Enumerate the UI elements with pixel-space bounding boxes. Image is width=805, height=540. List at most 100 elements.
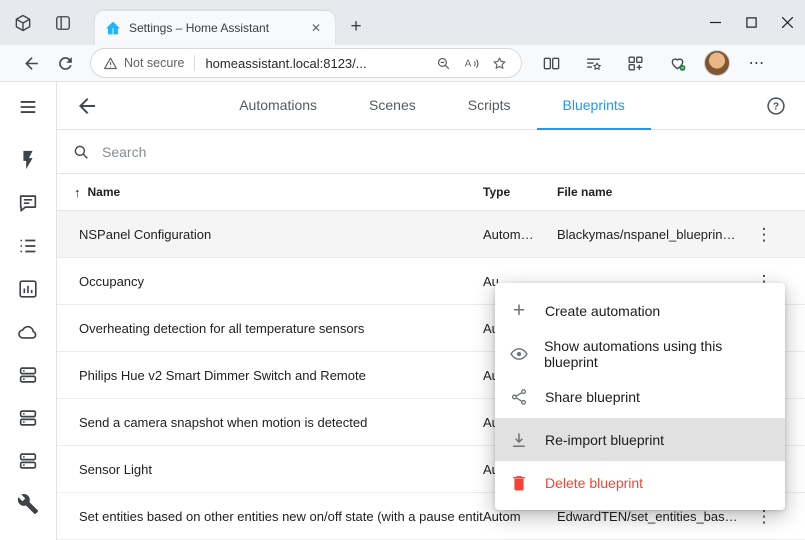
menu-item-create-automation[interactable]: + Create automation [495, 289, 785, 332]
back-icon[interactable] [14, 48, 48, 78]
chart-icon [17, 278, 39, 300]
close-button[interactable] [769, 0, 805, 45]
help-icon[interactable]: ? [765, 95, 787, 117]
menu-item-label: Re-import blueprint [545, 432, 664, 448]
profile-avatar[interactable] [704, 50, 730, 76]
row-type: Autom [483, 509, 557, 524]
tab-scenes[interactable]: Scenes [343, 82, 442, 130]
browser-menu-icon[interactable]: ⋯ [742, 48, 772, 78]
ha-sidebar [0, 82, 57, 540]
browser-window: Settings – Home Assistant ✕ + Not secure [0, 0, 805, 540]
menu-item-label: Show automations using this blueprint [544, 338, 771, 370]
row-overflow-menu-button[interactable]: ⋮ [743, 508, 785, 525]
maximize-button[interactable] [733, 0, 769, 45]
minimize-button[interactable] [697, 0, 733, 45]
security-label[interactable]: Not secure [124, 56, 184, 70]
ha-header: Automations Scenes Scripts Blueprints ? [57, 82, 805, 130]
menu-item-label: Create automation [545, 303, 660, 319]
search-input[interactable] [102, 144, 422, 160]
search-bar [57, 130, 805, 174]
list-icon [17, 235, 39, 257]
row-type: Autom… [483, 227, 557, 242]
server-icon [17, 450, 39, 472]
toolbar-icons: ⋯ [536, 48, 772, 78]
browser-tab[interactable]: Settings – Home Assistant ✕ [95, 11, 335, 45]
menu-item-share-blueprint[interactable]: Share blueprint [495, 375, 785, 418]
menu-item-show-automations[interactable]: Show automations using this blueprint [495, 332, 785, 375]
column-header-type[interactable]: Type [483, 185, 557, 199]
ha-back-icon[interactable] [75, 94, 99, 118]
split-screen-icon[interactable] [536, 48, 566, 78]
tab-blueprints[interactable]: Blueprints [537, 82, 651, 130]
sidebar-item-history[interactable] [7, 267, 50, 310]
menu-item-delete-blueprint[interactable]: Delete blueprint [495, 461, 785, 504]
browser-toolbar: Not secure homeassistant.local:8123/... … [0, 45, 805, 82]
sidebar-menu-icon[interactable] [15, 94, 41, 120]
sidebar-item-server-1[interactable] [7, 353, 50, 396]
row-name: Philips Hue v2 Smart Dimmer Switch and R… [79, 368, 483, 383]
svg-text:?: ? [773, 101, 779, 112]
home-assistant-favicon-icon [105, 20, 121, 36]
sidebar-item-developer-tools[interactable] [7, 482, 50, 525]
sidebar-item-logbook[interactable] [7, 181, 50, 224]
sidebar-item-server-3[interactable] [7, 439, 50, 482]
url-text[interactable]: homeassistant.local:8123/... [205, 56, 429, 71]
favorite-star-icon[interactable] [485, 49, 513, 77]
refresh-icon[interactable] [48, 48, 82, 78]
sort-ascending-icon: ↑ [74, 185, 81, 200]
browser-tab-title: Settings – Home Assistant [129, 21, 307, 35]
row-overflow-menu-button[interactable]: ⋮ [743, 226, 785, 243]
menu-item-label: Share blueprint [545, 389, 640, 405]
menu-item-label: Delete blueprint [545, 475, 643, 491]
blueprint-context-menu: + Create automation Show automations usi… [495, 283, 785, 510]
sidebar-item-energy[interactable] [7, 138, 50, 181]
table-header: ↑ Name Type File name [57, 174, 805, 211]
row-name: NSPanel Configuration [79, 227, 483, 242]
eye-icon [507, 342, 530, 366]
address-bar[interactable]: Not secure homeassistant.local:8123/... … [90, 48, 522, 78]
row-name: Occupancy [79, 274, 483, 289]
row-name: Sensor Light [79, 462, 483, 477]
row-file: EdwardTEN/set_entities_bas… [557, 509, 743, 524]
sidebar-item-cloud[interactable] [7, 310, 50, 353]
cloud-icon [17, 321, 39, 343]
column-header-name[interactable]: ↑ Name [74, 185, 483, 200]
new-tab-button[interactable]: + [343, 14, 369, 40]
read-aloud-icon[interactable]: A [457, 49, 485, 77]
bolt-icon [17, 149, 39, 171]
kebab-icon: ⋮ [756, 226, 773, 243]
menu-item-reimport-blueprint[interactable]: Re-import blueprint [495, 418, 785, 461]
sidebar-item-server-2[interactable] [7, 396, 50, 439]
download-icon [507, 428, 531, 452]
browser-essentials-icon[interactable] [662, 48, 692, 78]
tab-automations[interactable]: Automations [213, 82, 343, 130]
row-file: Blackymas/nspanel_blueprin… [557, 227, 743, 242]
browser-titlebar: Settings – Home Assistant ✕ + [0, 0, 805, 45]
server-icon [17, 407, 39, 429]
extensions-icon[interactable] [620, 48, 650, 78]
wrench-icon [17, 493, 39, 515]
vertical-tabs-icon[interactable] [46, 6, 80, 40]
workspaces-icon[interactable] [6, 6, 40, 40]
favorites-hub-icon[interactable] [578, 48, 608, 78]
sidebar-item-todo[interactable] [7, 224, 50, 267]
address-divider [194, 55, 195, 71]
column-header-file[interactable]: File name [557, 185, 743, 199]
ha-nav-tabs: Automations Scenes Scripts Blueprints [99, 82, 765, 130]
chat-icon [17, 192, 39, 214]
tab-scripts[interactable]: Scripts [442, 82, 537, 130]
table-row[interactable]: NSPanel Configuration Autom… Blackymas/n… [57, 211, 805, 258]
server-icon [17, 364, 39, 386]
zoom-out-icon[interactable] [429, 49, 457, 77]
kebab-icon: ⋮ [756, 508, 773, 525]
search-icon [72, 143, 90, 161]
row-name: Send a camera snapshot when motion is de… [79, 415, 483, 430]
row-name: Set entities based on other entities new… [79, 509, 483, 524]
share-icon [507, 385, 531, 409]
trash-icon [507, 471, 531, 495]
window-controls [697, 0, 805, 45]
row-name: Overheating detection for all temperatur… [79, 321, 483, 336]
tab-close-icon[interactable]: ✕ [307, 19, 325, 37]
svg-text:A: A [464, 58, 471, 69]
column-name-label: Name [88, 185, 121, 199]
